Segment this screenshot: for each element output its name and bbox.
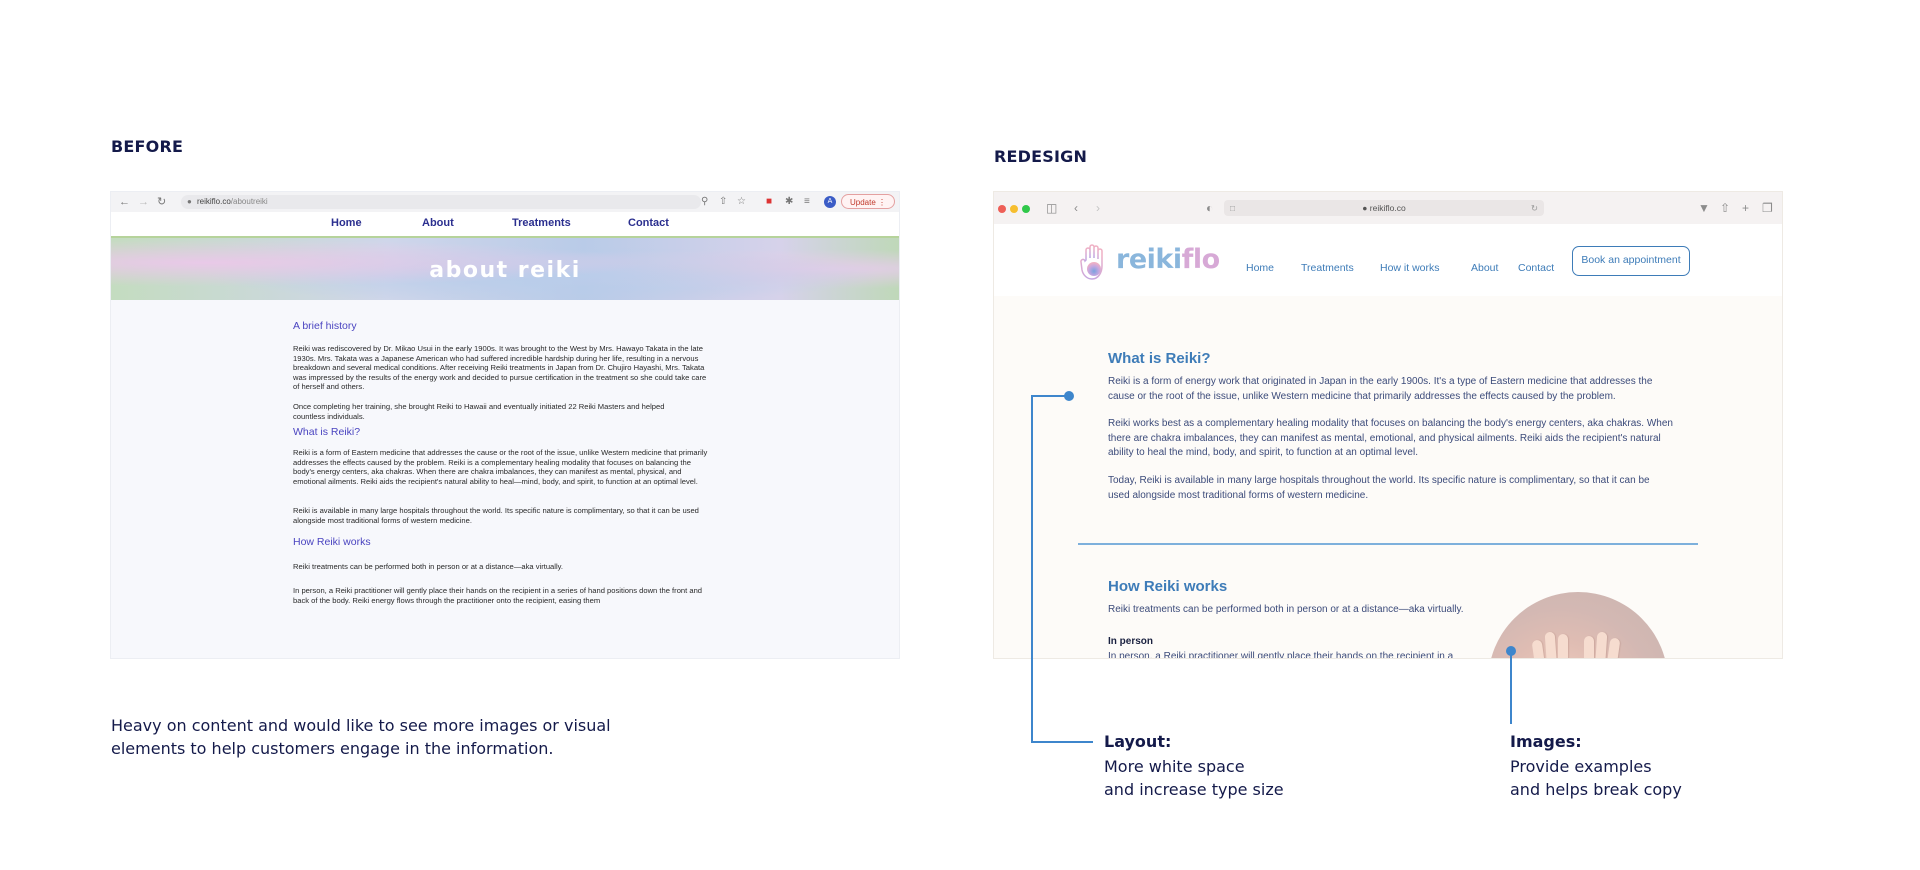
heading-what-is-reiki: What is Reiki? [1108,350,1211,367]
brand-logo[interactable]: reikiflo [1116,244,1220,275]
paragraph-what-3: Today, Reiki is available in many large … [1108,475,1650,501]
paragraph-what-1: Reiki is a form of Eastern medicine that… [293,448,708,486]
bookmark-star-icon[interactable]: ☆ [737,195,746,209]
extension-red-icon[interactable]: ■ [766,195,772,209]
nav-home[interactable]: Home [1246,262,1274,274]
url-text: reikiflo.co [1369,203,1406,213]
heading-history: A brief history [293,320,357,332]
nav-treatments[interactable]: Treatments [512,217,571,229]
back-arrow-icon[interactable]: ← [119,194,130,210]
paragraph-history-1: Reiki was rediscovered by Dr. Mikao Usui… [293,344,707,392]
heading-how-reiki-works: How Reiki works [293,536,371,548]
images-annotation-title: Images: [1510,732,1582,751]
profile-avatar[interactable]: A [824,196,836,208]
nav-treatments[interactable]: Treatments [1301,262,1354,274]
page-icon: □ [1230,203,1236,213]
paragraph-what-2: Reiki is available in many large hospita… [293,506,699,525]
subheading-in-person: In person [1108,636,1154,647]
chrome-toolbar: ← → ↻ ● reikiflo.co/aboutreiki ⚲ ⇧ ☆ ■ ✱… [111,192,899,213]
images-annotation-line2: and helps break copy [1510,780,1682,799]
forward-arrow-icon[interactable]: → [138,194,149,210]
images-annotation-line1: Provide examples [1510,757,1652,776]
layout-annotation-line-vertical [1031,395,1033,743]
layout-annotation-line2: and increase type size [1104,780,1284,799]
new-tab-plus-icon[interactable]: + [1742,200,1749,216]
update-button[interactable]: Update ⋮ [841,194,895,209]
nav-contact[interactable]: Contact [628,217,669,229]
layout-annotation-line1: More white space [1104,757,1245,776]
hero-title: about reiki [429,258,581,283]
paragraph-what-1: Reiki is a form of energy work that orig… [1108,376,1653,402]
forward-chevron-icon[interactable]: › [1096,200,1100,216]
sidebar-icon[interactable]: ◫ [1046,200,1057,216]
safari-toolbar: ◫ ‹ › ◐ □ ● reikiflo.co ↻ ▼ ⇧ + ❐ [994,192,1782,225]
paragraph-how-1: Reiki treatments can be performed both i… [1108,604,1464,615]
paragraph-in-person: In person, a Reiki practitioner will gen… [1108,651,1454,658]
reading-list-icon[interactable]: ≡ [804,195,810,209]
close-dot-icon[interactable] [998,205,1006,213]
download-icon[interactable]: ▼ [1698,200,1710,216]
share-icon[interactable]: ⇧ [1720,200,1730,216]
section-divider [1078,543,1698,545]
layout-annotation-line-top [1031,395,1067,397]
site-header: reikiflo Home Treatments How it works Ab… [994,224,1782,296]
url-domain: reikiflo.co [197,197,231,206]
heading-what-is-reiki: What is Reiki? [293,426,361,438]
privacy-shield-icon[interactable]: ◐ [1206,200,1213,216]
nav-about[interactable]: About [1471,262,1498,274]
url-path: /aboutreiki [230,197,268,206]
images-annotation-line [1510,652,1512,724]
share-icon[interactable]: ⇧ [719,195,727,209]
reload-icon[interactable]: ↻ [157,194,166,210]
paragraph-how-1: Reiki treatments can be performed both i… [293,562,563,571]
maximize-dot-icon[interactable] [1022,205,1030,213]
reload-icon[interactable]: ↻ [1531,200,1538,216]
paragraph-what-2: Reiki works best as a complementary heal… [1108,418,1673,458]
layout-annotation-line-bottom [1031,741,1093,743]
hero-banner: about reiki [111,236,899,300]
before-nav: Home About Treatments Contact [111,212,899,236]
address-bar[interactable]: □ ● reikiflo.co ↻ [1224,200,1544,216]
before-note: Heavy on content and would like to see m… [111,716,611,758]
tabs-overview-icon[interactable]: ❐ [1762,200,1773,216]
lock-icon: ● [187,197,192,206]
layout-annotation-title: Layout: [1104,732,1172,751]
nav-contact[interactable]: Contact [1518,262,1554,274]
nav-how-it-works[interactable]: How it works [1380,262,1440,274]
nav-home[interactable]: Home [331,217,362,229]
paragraph-how-2: In person, a Reiki practitioner will gen… [293,586,703,605]
paragraph-history-2: Once completing her training, she brough… [293,402,665,421]
redesign-screenshot: ◫ ‹ › ◐ □ ● reikiflo.co ↻ ▼ ⇧ + ❐ reikif… [994,192,1782,658]
nav-about[interactable]: About [422,217,454,229]
extensions-puzzle-icon[interactable]: ✱ [785,195,793,209]
book-appointment-button[interactable]: Book an appointment [1572,246,1690,276]
address-bar[interactable]: ● reikiflo.co/aboutreiki [181,195,701,209]
before-section-title: BEFORE [111,137,184,156]
redesign-section-title: REDESIGN [994,147,1088,166]
back-chevron-icon[interactable]: ‹ [1074,200,1078,216]
minimize-dot-icon[interactable] [1010,205,1018,213]
heading-how-reiki-works: How Reiki works [1108,578,1228,595]
before-screenshot: ← → ↻ ● reikiflo.co/aboutreiki ⚲ ⇧ ☆ ■ ✱… [111,192,899,658]
zoom-icon[interactable]: ⚲ [701,195,708,209]
hand-logo-icon[interactable] [1080,244,1110,282]
